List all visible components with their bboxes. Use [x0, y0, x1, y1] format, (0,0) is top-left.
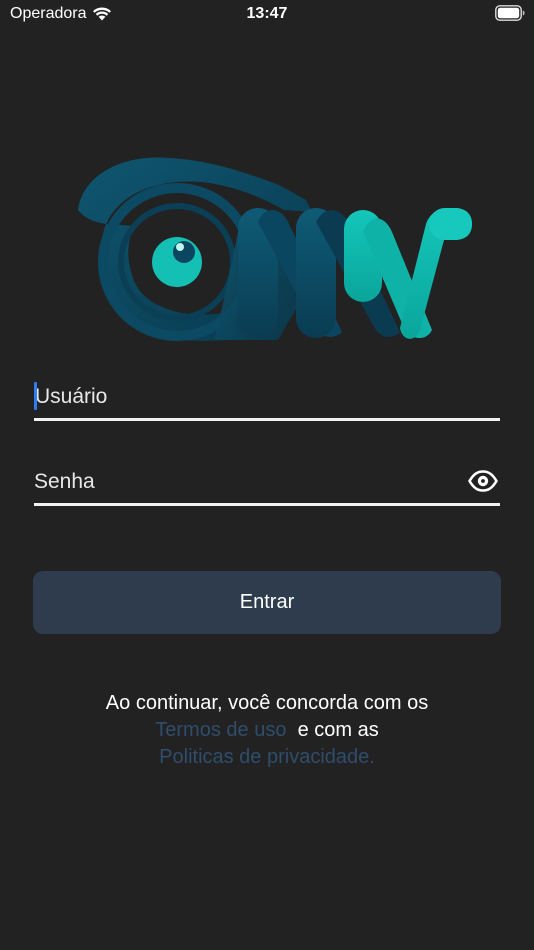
- terms-connector: e com as: [297, 719, 379, 741]
- status-time: 13:47: [246, 5, 288, 22]
- login-screen: Operadora 13:47 Usuário Entrar Ao contin…: [0, 0, 534, 950]
- battery-icon: [495, 5, 525, 21]
- username-input[interactable]: [34, 377, 454, 417]
- mw-logo: [78, 157, 472, 341]
- privacy-policy-link[interactable]: Politicas de privacidade.: [159, 746, 375, 768]
- status-bar: Operadora 13:47: [0, 0, 534, 28]
- terms-notice: Ao continuar, você concorda com os Termo…: [0, 690, 534, 771]
- login-button[interactable]: Entrar: [33, 571, 501, 634]
- text-caret: [34, 382, 37, 410]
- terms-of-use-link[interactable]: Termos de uso: [155, 719, 286, 741]
- terms-line-1: Ao continuar, você concorda com os: [105, 692, 429, 714]
- password-field: [34, 462, 500, 506]
- eye-icon[interactable]: [468, 468, 498, 494]
- password-input[interactable]: [34, 462, 454, 502]
- username-field: [34, 377, 500, 421]
- terms-line-3: Politicas de privacidade.: [0, 744, 534, 771]
- terms-line-2: Termos de uso e com as: [0, 717, 534, 744]
